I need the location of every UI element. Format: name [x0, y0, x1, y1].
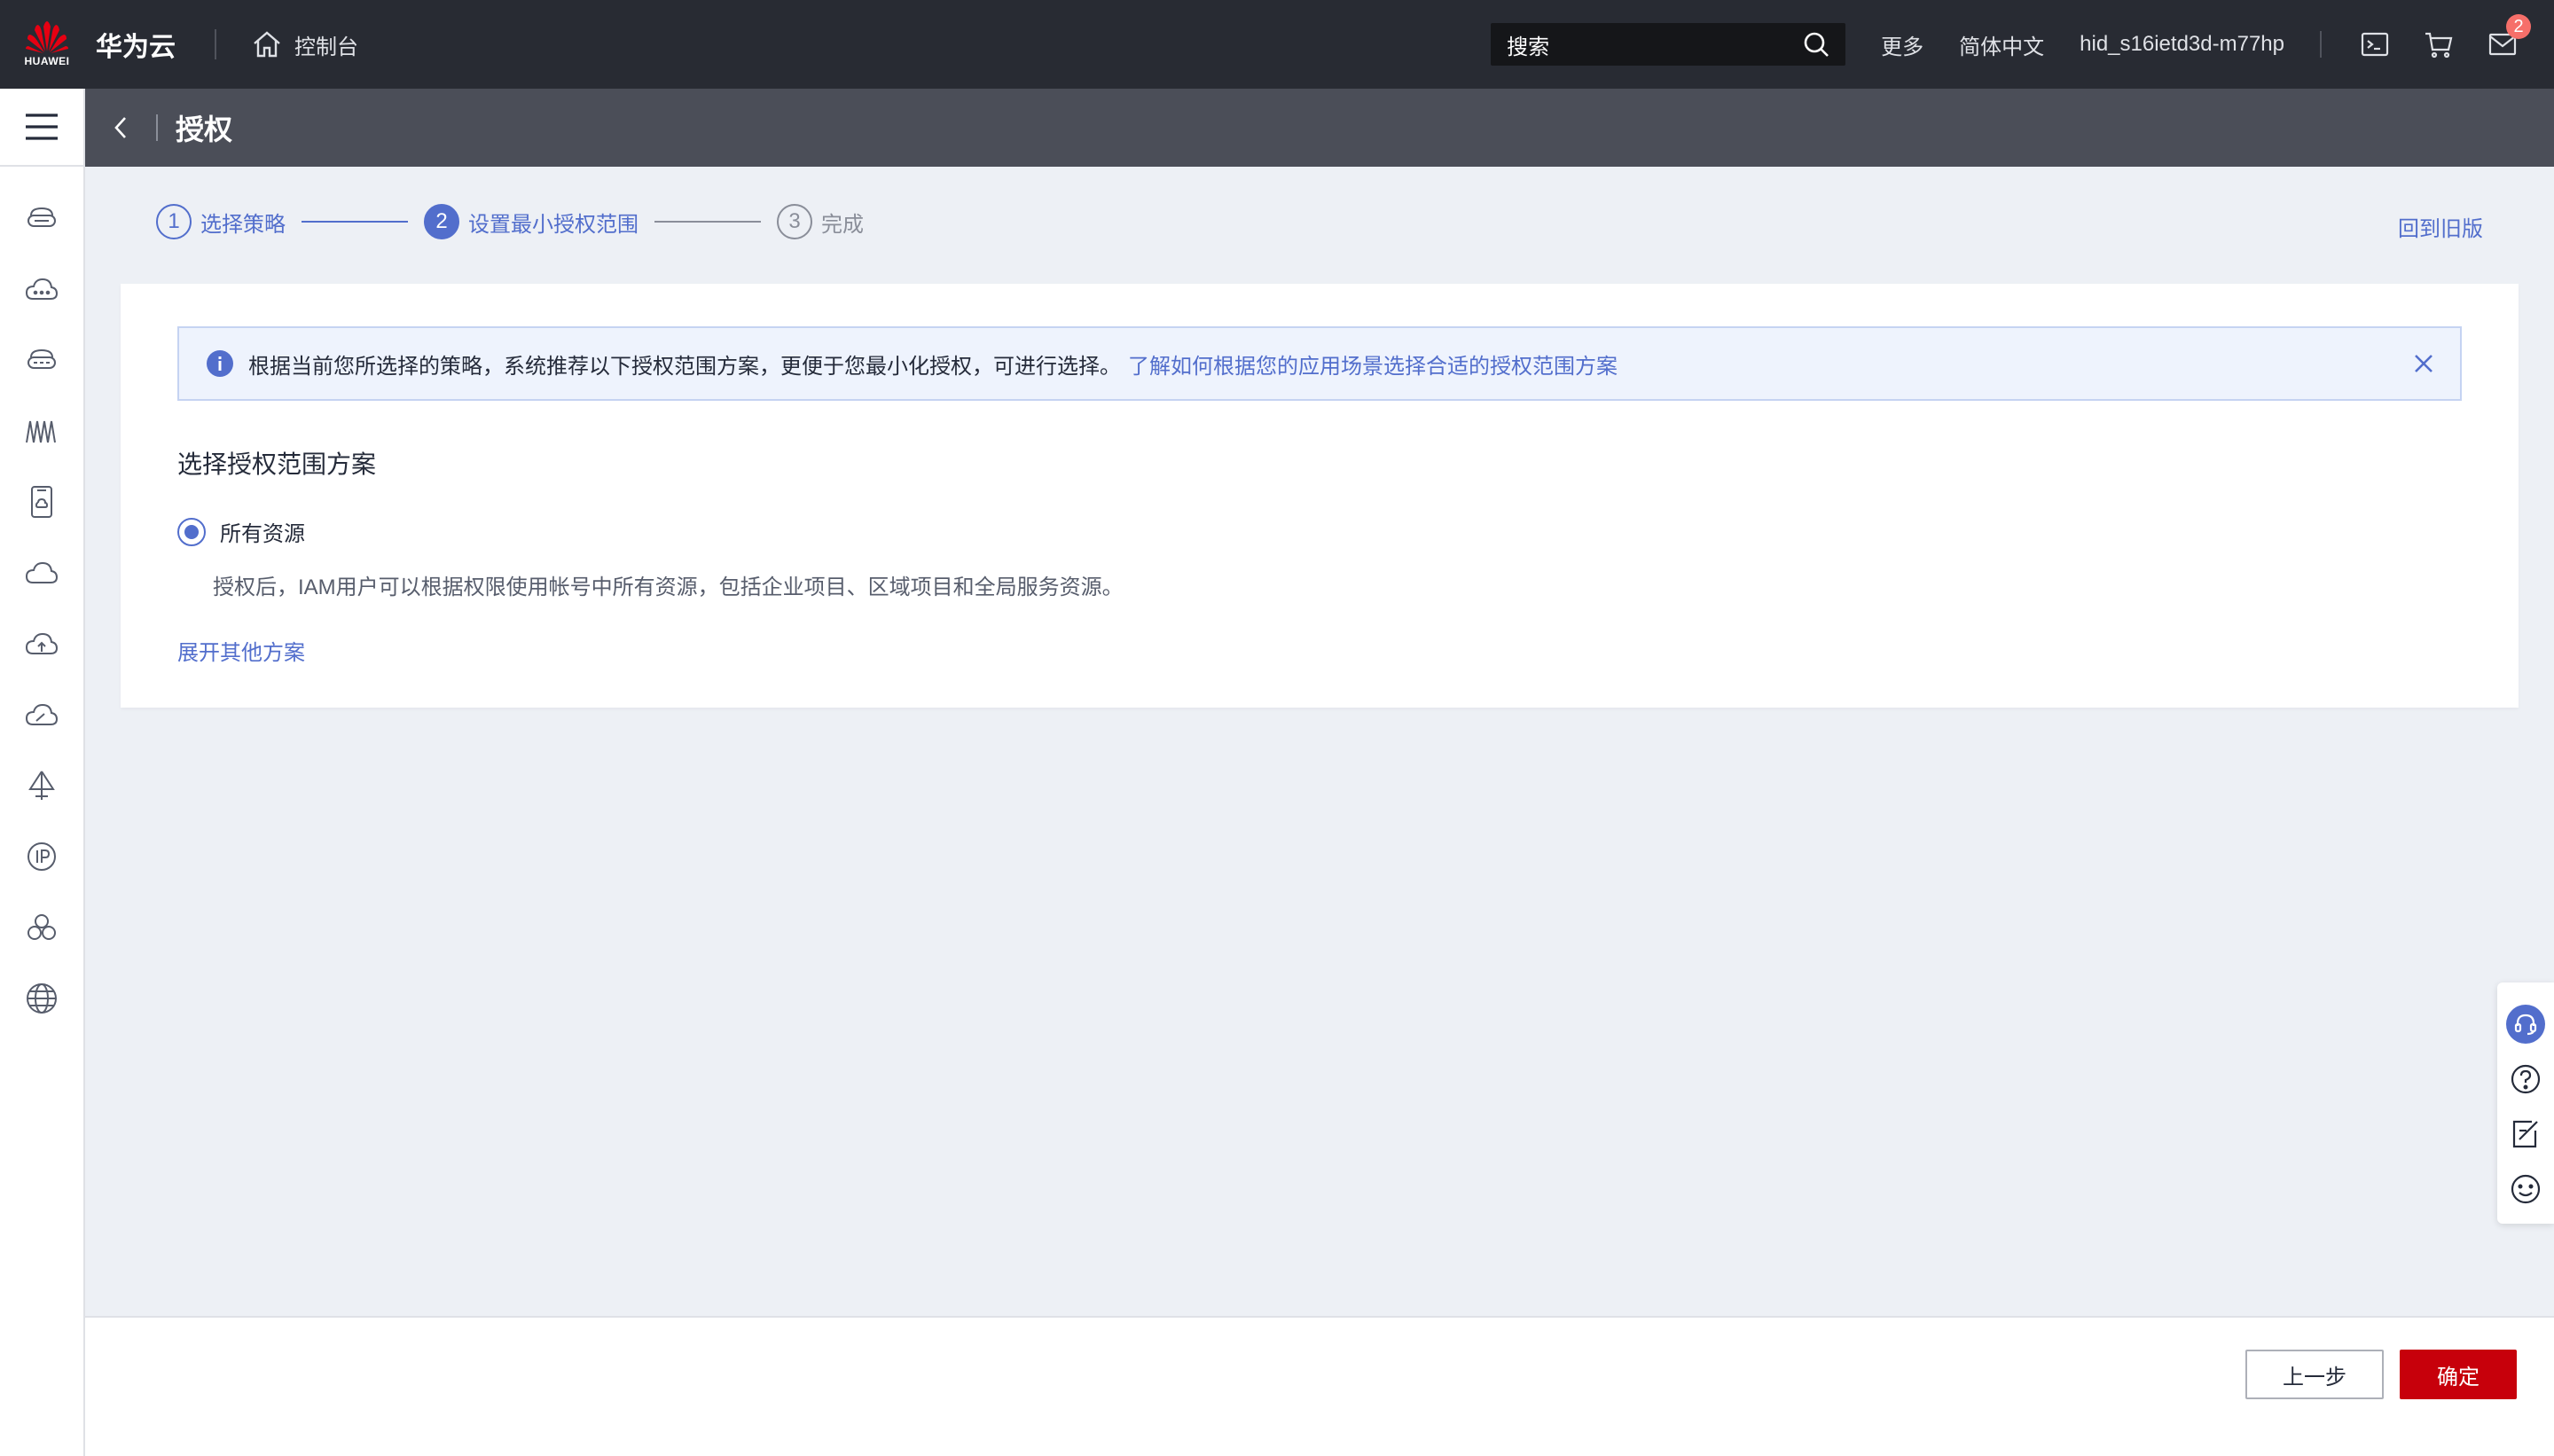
sidebar-item-ecs[interactable] [0, 183, 83, 254]
radio-button[interactable] [177, 517, 206, 546]
cart-button[interactable] [2421, 27, 2456, 62]
question-icon [2511, 1064, 2541, 1094]
customer-service-button[interactable] [2504, 997, 2547, 1052]
waves-icon [26, 420, 56, 443]
terminal-icon [2361, 32, 2389, 57]
step-number: 2 [424, 204, 459, 239]
sidebar-item-cloud-upload[interactable] [0, 608, 83, 679]
step-label: 选择策略 [200, 212, 286, 237]
device-icon [31, 486, 52, 518]
help-button[interactable] [2504, 1052, 2547, 1107]
more-menu[interactable]: 更多 [1881, 29, 1923, 60]
home-icon [254, 31, 280, 58]
search-input[interactable]: 搜索 [1491, 23, 1846, 66]
smile-icon [2511, 1174, 2541, 1204]
sidebar-item-cloud-1[interactable] [0, 254, 83, 325]
step-label: 设置最小授权范围 [468, 212, 638, 237]
alert-text: 根据当前您所选择的策略，系统推荐以下授权范围方案，更便于您最小化授权，可进行选择… [248, 354, 1121, 379]
previous-step-button[interactable]: 上一步 [2245, 1350, 2384, 1399]
terminal-button[interactable] [2357, 27, 2393, 62]
alert-close-button[interactable] [2414, 354, 2433, 373]
top-navigation-bar: HUAWEI 华为云 控制台 搜索 更多 简体中文 hid_s16ietd3d-… [0, 0, 2554, 89]
sidebar-item-cloud-gauge[interactable] [0, 679, 83, 750]
edit-note-icon [2512, 1120, 2538, 1148]
sidebar-item-cloud-2[interactable] [0, 537, 83, 608]
messages-button[interactable]: 2 [2485, 14, 2531, 62]
huawei-flower-icon [26, 21, 68, 53]
step-2: 2 设置最小授权范围 [424, 204, 638, 239]
sidebar-item-device[interactable] [0, 466, 83, 537]
divider [156, 114, 158, 141]
divider [2320, 31, 2322, 58]
back-button[interactable] [85, 89, 156, 167]
chevron-left-icon [114, 117, 126, 138]
sidebar-item-disk[interactable] [0, 325, 83, 395]
close-icon [2415, 355, 2433, 372]
expand-other-options-link[interactable]: 展开其他方案 [177, 635, 305, 666]
page-header: 授权 [85, 89, 2554, 167]
service-list-button[interactable] [0, 89, 83, 167]
headset-icon [2506, 1005, 2545, 1044]
sidebar-item-sail[interactable] [0, 750, 83, 821]
server-icon [27, 207, 56, 227]
step-label: 完成 [821, 212, 864, 237]
satisfaction-button[interactable] [2504, 1162, 2547, 1217]
section-title: 选择授权范围方案 [177, 450, 377, 478]
step-1: 1 选择策略 [156, 204, 286, 239]
step-connector [654, 221, 761, 223]
search-placeholder: 搜索 [1507, 35, 1550, 59]
sidebar-item-globe[interactable] [0, 963, 83, 1034]
cloud-dots-icon [25, 278, 59, 300]
logo-text: HUAWEI [24, 55, 70, 67]
cloud-upload-icon [25, 632, 59, 654]
option-label: 所有资源 [220, 522, 305, 546]
username-menu[interactable]: hid_s16ietd3d-m77hp [2080, 32, 2284, 57]
page-title: 授权 [176, 114, 233, 145]
service-sidebar [0, 89, 85, 1456]
globe-icon [27, 983, 57, 1014]
huawei-logo[interactable]: HUAWEI [0, 0, 94, 89]
cloud-icon [25, 561, 59, 583]
feedback-button[interactable] [2504, 1107, 2547, 1162]
step-connector [302, 221, 408, 223]
footer-bar: 上一步 确定 [85, 1316, 2554, 1456]
radio-dot [184, 524, 199, 539]
console-link[interactable]: 控制台 [252, 29, 358, 60]
search-icon[interactable] [1803, 31, 1829, 58]
sidebar-item-cluster[interactable] [0, 892, 83, 963]
old-version-link[interactable]: 回到旧版 [2398, 211, 2483, 242]
step-number: 1 [156, 204, 192, 239]
step-3: 3 完成 [777, 204, 864, 239]
hamburger-menu-icon [26, 114, 58, 140]
console-label: 控制台 [294, 35, 358, 59]
scope-card: 根据当前您所选择的策略，系统推荐以下授权范围方案，更便于您最小化授权，可进行选择… [121, 284, 2519, 708]
sail-icon [28, 771, 55, 800]
info-alert: 根据当前您所选择的策略，系统推荐以下授权范围方案，更便于您最小化授权，可进行选择… [177, 326, 2462, 401]
alert-help-link[interactable]: 了解如何根据您的应用场景选择合适的授权范围方案 [1128, 348, 1618, 380]
option-description: 授权后，IAM用户可以根据权限使用帐号中所有资源，包括企业项目、区域项目和全局服… [213, 575, 1124, 599]
cloud-gauge-icon [25, 703, 59, 725]
info-icon [207, 350, 233, 377]
step-number: 3 [777, 204, 812, 239]
disk-icon [27, 348, 56, 369]
ip-icon [27, 842, 56, 871]
step-indicator: 1 选择策略 2 设置最小授权范围 3 完成 [156, 204, 864, 239]
sidebar-item-ip[interactable] [0, 821, 83, 892]
floating-toolbar [2497, 982, 2554, 1224]
sidebar-item-waves[interactable] [0, 395, 83, 466]
all-resources-option[interactable]: 所有资源 [177, 516, 305, 547]
confirm-button[interactable]: 确定 [2400, 1350, 2517, 1399]
cluster-icon [27, 914, 56, 940]
brand-name[interactable]: 华为云 [96, 25, 176, 64]
divider [215, 29, 216, 59]
message-count-badge: 2 [2506, 14, 2531, 39]
cart-icon [2425, 32, 2453, 59]
language-switch[interactable]: 简体中文 [1959, 29, 2044, 60]
